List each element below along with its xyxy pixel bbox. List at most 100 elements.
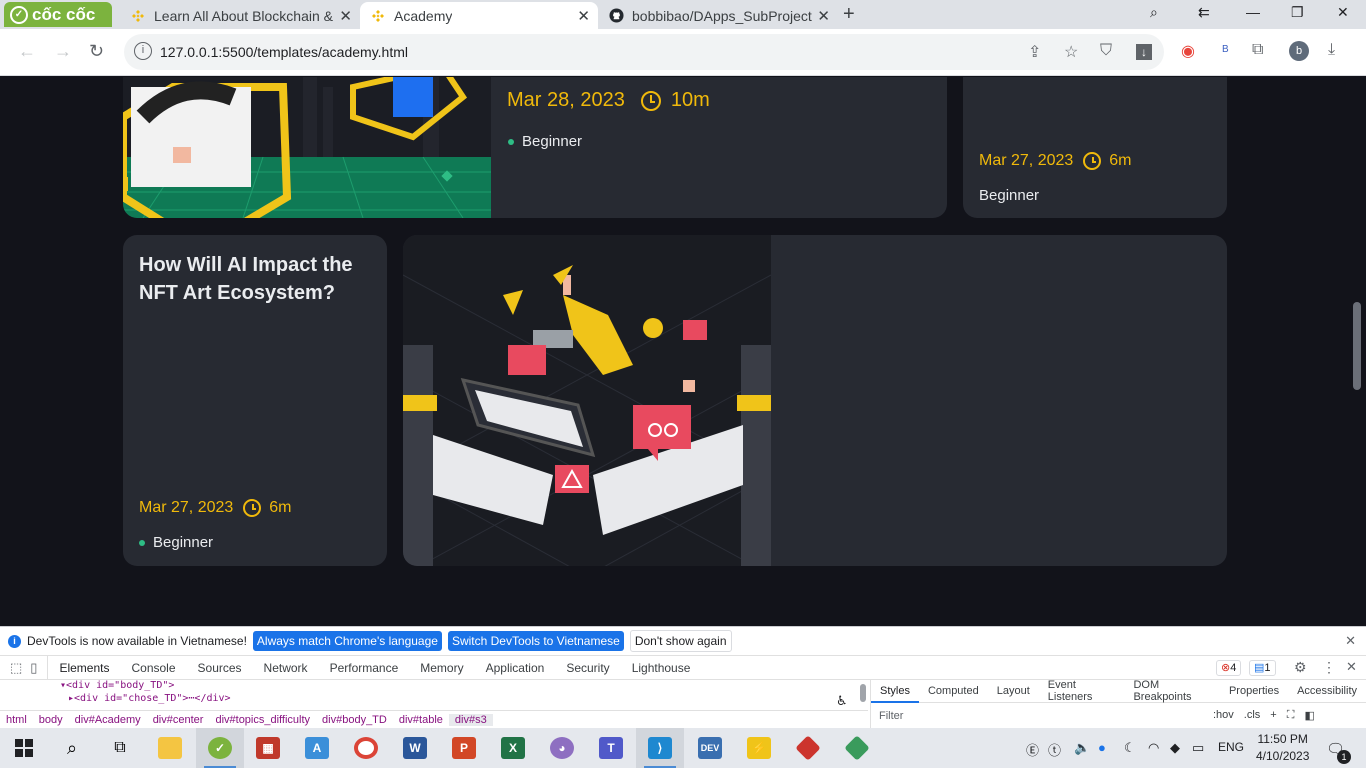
battery-icon[interactable]: ▭: [1192, 740, 1204, 756]
breadcrumb-item[interactable]: div#body_TD: [316, 714, 393, 726]
tab-security[interactable]: Security: [555, 661, 620, 675]
forward-button[interactable]: →: [54, 41, 72, 62]
featured-article-card[interactable]: [403, 235, 1227, 566]
coccoc-brand-button[interactable]: ✓ cốc cốc: [4, 2, 112, 27]
dont-show-again-button[interactable]: Don't show again: [629, 630, 732, 652]
breadcrumb-item[interactable]: html: [0, 714, 33, 726]
dom-node-chose-td[interactable]: ▸<div id="chose_TD">⋯</div>: [68, 693, 231, 704]
ruby-taskbar-button[interactable]: [784, 728, 832, 768]
tab-lighthouse[interactable]: Lighthouse: [621, 661, 702, 675]
tab-performance[interactable]: Performance: [319, 661, 410, 675]
styles-filter-input[interactable]: Filter: [879, 710, 903, 722]
minimize-button[interactable]: —: [1246, 4, 1260, 20]
match-language-button[interactable]: Always match Chrome's language: [252, 631, 442, 651]
tab-properties[interactable]: Properties: [1220, 685, 1288, 697]
chrome-extension-icon[interactable]: ◉: [1181, 41, 1195, 61]
reload-button[interactable]: ↻: [89, 41, 104, 62]
tab-accessibility[interactable]: Accessibility: [1288, 685, 1366, 697]
tray-app-icon[interactable]: ☾: [1124, 740, 1136, 756]
tab-styles[interactable]: Styles: [871, 680, 919, 703]
share-icon[interactable]: ⇪: [1028, 42, 1041, 62]
paint-3d-taskbar-button[interactable]: ◕: [538, 728, 586, 768]
tab-computed[interactable]: Computed: [919, 685, 988, 697]
git-taskbar-button[interactable]: [833, 728, 881, 768]
app-taskbar-button[interactable]: ▦: [244, 728, 292, 768]
page-scrollbar[interactable]: [1353, 302, 1361, 390]
extensions-puzzle-icon[interactable]: ⧉: [1252, 41, 1263, 59]
tab-dom-breakpoints[interactable]: DOM Breakpoints: [1124, 679, 1220, 703]
file-explorer-button[interactable]: [146, 728, 194, 768]
settings-gear-icon[interactable]: ⚙: [1294, 659, 1307, 676]
devc-taskbar-button[interactable]: DEV: [686, 728, 734, 768]
tab-console[interactable]: Console: [120, 661, 186, 675]
profile-avatar[interactable]: b: [1289, 41, 1309, 61]
vscode-taskbar-button[interactable]: ⟩: [636, 728, 684, 768]
article-card[interactable]: How Will AI Impact the NFT Art Ecosystem…: [123, 235, 387, 566]
tab-network[interactable]: Network: [253, 661, 319, 675]
start-button[interactable]: [0, 728, 48, 768]
device-toolbar-icon[interactable]: ▯: [30, 660, 37, 676]
breadcrumb-item[interactable]: div#Academy: [69, 714, 147, 726]
new-tab-button[interactable]: +: [843, 3, 855, 26]
site-info-icon[interactable]: i: [134, 42, 152, 60]
close-tab-icon[interactable]: ✕: [577, 7, 590, 25]
close-infobar-icon[interactable]: ✕: [1345, 633, 1356, 649]
tab-academy[interactable]: Academy ✕: [360, 2, 598, 29]
close-tab-icon[interactable]: ✕: [339, 7, 352, 25]
shield-icon[interactable]: ⛉: [1100, 42, 1112, 60]
teams-tray-icon[interactable]: ⓣ: [1048, 740, 1061, 759]
tray-app-icon[interactable]: ◆: [1170, 740, 1180, 756]
restore-button[interactable]: ❐: [1291, 4, 1304, 21]
tray-app-icon[interactable]: ●: [1098, 740, 1106, 755]
excel-taskbar-button[interactable]: X: [489, 728, 537, 768]
dom-node-body-td[interactable]: ▾<div id="body_TD">: [60, 680, 174, 691]
app-taskbar-button[interactable]: ⚡: [735, 728, 783, 768]
wifi-icon[interactable]: ◠: [1148, 740, 1159, 756]
bookmark-star-icon[interactable]: ☆: [1064, 42, 1078, 62]
task-view-button[interactable]: ⧉: [96, 728, 144, 768]
tab-learn-blockchain[interactable]: Learn All About Blockchain & ✕: [120, 2, 360, 29]
breadcrumb-item[interactable]: body: [33, 714, 69, 726]
dom-tree-scrollbar[interactable]: [860, 684, 866, 702]
article-card[interactable]: Mar 27, 2023 6m Beginner: [963, 77, 1227, 218]
chrome-taskbar-button[interactable]: [342, 728, 390, 768]
teams-taskbar-button[interactable]: T: [587, 728, 635, 768]
breadcrumb-item[interactable]: div#table: [393, 714, 449, 726]
back-button[interactable]: ←: [18, 41, 36, 62]
new-rule-icon[interactable]: +: [1270, 709, 1276, 722]
element-state-icon[interactable]: ⛶: [1287, 709, 1295, 722]
breadcrumb-item-selected[interactable]: div#s3: [448, 714, 493, 726]
tray-app-icon[interactable]: Ⓔ: [1026, 740, 1039, 759]
tab-event-listeners[interactable]: Event Listeners: [1039, 679, 1125, 703]
cls-toggle[interactable]: .cls: [1244, 709, 1261, 722]
switch-language-button[interactable]: Switch DevTools to Vietnamese: [447, 631, 624, 651]
tab-elements[interactable]: Elements: [48, 661, 120, 675]
accessibility-tree-icon[interactable]: ♿: [836, 694, 848, 709]
sidebar-toggle-icon[interactable]: ⇇: [1198, 4, 1210, 21]
close-devtools-icon[interactable]: ✕: [1346, 659, 1357, 675]
powerpoint-taskbar-button[interactable]: P: [440, 728, 488, 768]
tab-sources[interactable]: Sources: [187, 661, 253, 675]
hov-toggle[interactable]: :hov: [1213, 709, 1234, 722]
close-window-button[interactable]: ✕: [1337, 4, 1349, 21]
tab-application[interactable]: Application: [475, 661, 556, 675]
tab-memory[interactable]: Memory: [409, 661, 474, 675]
article-card[interactable]: Mar 28, 2023 10m Beginner: [123, 77, 947, 218]
tab-layout[interactable]: Layout: [988, 685, 1039, 697]
download-page-icon[interactable]: ↓: [1136, 44, 1152, 60]
taskbar-clock[interactable]: 11:50 PM 4/10/2023: [1256, 731, 1309, 765]
volume-icon[interactable]: 🔈: [1074, 740, 1090, 756]
breadcrumb-item[interactable]: div#topics_difficulty: [209, 714, 316, 726]
message-count-badge[interactable]: ▤1: [1249, 660, 1276, 676]
more-options-icon[interactable]: ⋮: [1322, 659, 1336, 676]
sidebar-toggle-icon[interactable]: ◧: [1304, 709, 1314, 722]
error-count-badge[interactable]: ⊗4: [1216, 660, 1242, 676]
tab-search-icon[interactable]: ⌕: [1150, 4, 1158, 21]
extension-b-icon[interactable]: B: [1222, 44, 1229, 55]
inspect-element-icon[interactable]: ⬚: [10, 660, 22, 676]
coccoc-taskbar-button[interactable]: ✓: [196, 728, 244, 768]
downloads-icon[interactable]: ⤓: [1328, 41, 1335, 59]
language-indicator[interactable]: ENG: [1218, 740, 1244, 754]
close-tab-icon[interactable]: ✕: [817, 7, 830, 25]
search-button[interactable]: ⌕: [48, 728, 96, 768]
